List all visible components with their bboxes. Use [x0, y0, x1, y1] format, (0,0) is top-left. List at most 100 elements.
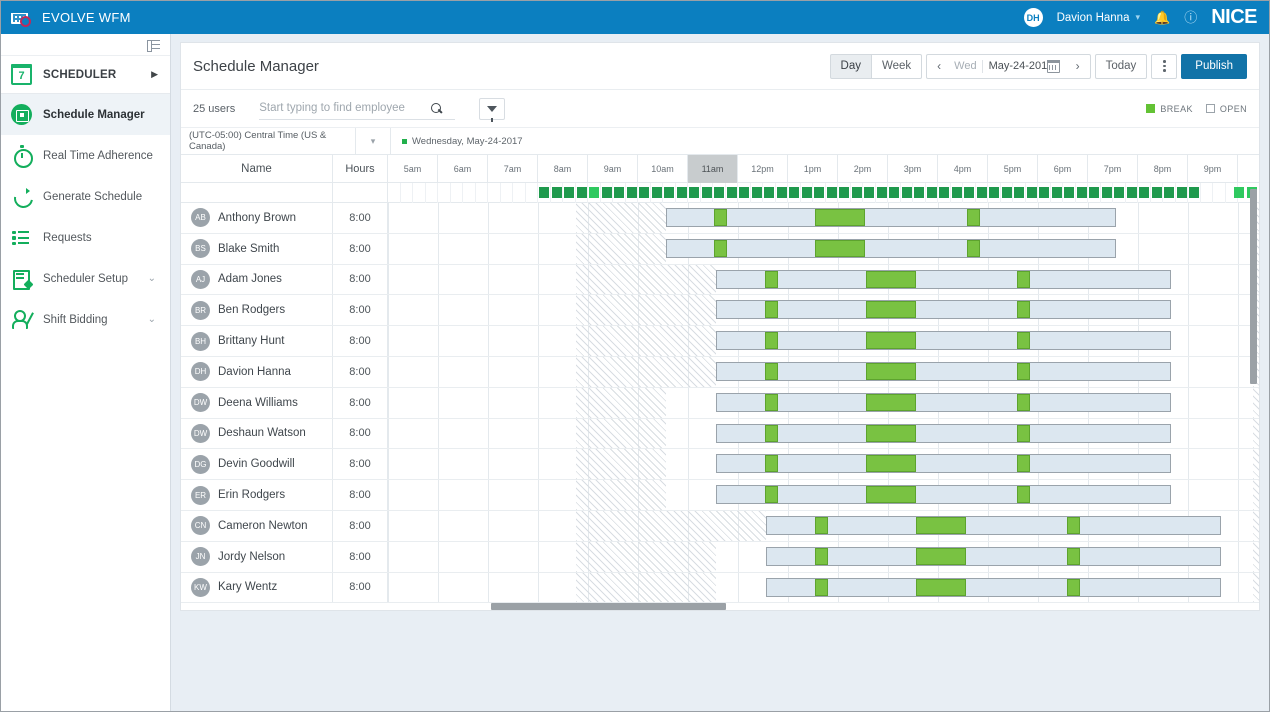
sidebar-item-real-time-adherence[interactable]: Real Time Adherence [1, 135, 170, 176]
break-segment[interactable] [866, 455, 916, 473]
shift-bar[interactable] [766, 515, 1221, 535]
schedule-row[interactable]: AJ Adam Jones 8:00 [181, 264, 1259, 296]
user-name[interactable]: Davion Hanna [1057, 12, 1130, 24]
shift-track[interactable] [388, 233, 1259, 264]
schedule-row[interactable]: DW Deena Williams 8:00 [181, 387, 1259, 419]
chevron-down-icon[interactable]: ⌄ [148, 314, 156, 325]
schedule-row[interactable]: BH Brittany Hunt 8:00 [181, 326, 1259, 357]
break-segment[interactable] [1017, 301, 1030, 319]
search-input[interactable] [259, 102, 432, 114]
today-button[interactable]: Today [1094, 53, 1148, 79]
break-segment[interactable] [765, 362, 778, 380]
schedule-row[interactable]: CN Cameron Newton 8:00 [181, 510, 1259, 542]
shift-track[interactable] [388, 541, 1259, 572]
break-segment[interactable] [1067, 516, 1080, 534]
sidebar-section-scheduler[interactable]: 7 SCHEDULER ▶ [1, 56, 170, 94]
user-menu-chevron-down-icon[interactable]: ▾ [1135, 12, 1140, 23]
break-segment[interactable] [1017, 424, 1030, 442]
break-segment[interactable] [916, 547, 966, 565]
break-segment[interactable] [866, 270, 916, 288]
break-segment[interactable] [815, 209, 865, 226]
break-segment[interactable] [1017, 455, 1030, 473]
shift-track[interactable] [388, 295, 1259, 326]
shift-bar[interactable] [716, 485, 1171, 505]
break-segment[interactable] [967, 209, 980, 226]
shift-bar[interactable] [716, 454, 1171, 474]
publish-button[interactable]: Publish [1181, 53, 1247, 79]
shift-bar[interactable] [716, 361, 1171, 381]
break-segment[interactable] [815, 547, 828, 565]
shift-bar[interactable] [766, 577, 1221, 597]
shift-track[interactable] [388, 449, 1259, 480]
shift-track[interactable] [388, 418, 1259, 449]
shift-bar[interactable] [716, 423, 1171, 443]
shift-bar[interactable] [716, 392, 1171, 412]
sidebar-item-scheduler-setup[interactable]: Scheduler Setup ⌄ [1, 258, 170, 299]
shift-bar[interactable] [766, 546, 1221, 566]
break-segment[interactable] [866, 424, 916, 442]
search-icon[interactable] [431, 102, 442, 114]
shift-track[interactable] [388, 356, 1259, 387]
schedule-row[interactable]: DH Davion Hanna 8:00 [181, 356, 1259, 388]
break-segment[interactable] [765, 301, 778, 319]
break-segment[interactable] [815, 578, 828, 596]
shift-track[interactable] [388, 510, 1259, 541]
sidebar-item-generate-schedule[interactable]: Generate Schedule [1, 176, 170, 217]
filter-button[interactable] [479, 97, 506, 122]
schedule-row[interactable]: DW Deshaun Watson 8:00 [181, 418, 1259, 450]
date-input[interactable]: May-24-2017 [983, 60, 1047, 72]
break-segment[interactable] [866, 393, 916, 411]
schedule-row[interactable]: BR Ben Rodgers 8:00 [181, 295, 1259, 327]
shift-track[interactable] [388, 480, 1259, 510]
notifications-bell-icon[interactable]: 🔔 [1154, 11, 1170, 24]
shift-bar[interactable] [716, 331, 1171, 351]
shift-track[interactable] [388, 387, 1259, 418]
break-segment[interactable] [815, 239, 865, 257]
break-segment[interactable] [765, 270, 778, 288]
chevron-down-icon[interactable]: ⌄ [148, 273, 156, 284]
timezone-select[interactable]: (UTC-05:00) Central Time (US & Canada) [181, 128, 356, 154]
break-segment[interactable] [1017, 332, 1030, 350]
break-segment[interactable] [1017, 270, 1030, 288]
break-segment[interactable] [765, 424, 778, 442]
shift-bar[interactable] [716, 300, 1171, 320]
break-segment[interactable] [765, 455, 778, 473]
view-day-button[interactable]: Day [829, 53, 872, 79]
schedule-row[interactable]: AB Anthony Brown 8:00 [181, 203, 1259, 234]
break-segment[interactable] [866, 486, 916, 504]
sidebar-item-schedule-manager[interactable]: Schedule Manager [1, 94, 170, 135]
break-segment[interactable] [815, 516, 828, 534]
break-segment[interactable] [714, 209, 727, 226]
break-segment[interactable] [1067, 547, 1080, 565]
shift-track[interactable] [388, 572, 1259, 603]
break-segment[interactable] [765, 332, 778, 350]
schedule-row[interactable]: KW Kary Wentz 8:00 [181, 572, 1259, 604]
sidebar-collapse-button[interactable] [1, 34, 170, 56]
shift-track[interactable] [388, 264, 1259, 295]
view-week-button[interactable]: Week [870, 53, 923, 79]
break-segment[interactable] [866, 301, 916, 319]
sidebar-item-requests[interactable]: Requests [1, 217, 170, 258]
break-segment[interactable] [866, 362, 916, 380]
next-date-button[interactable]: › [1066, 59, 1090, 73]
sidebar-item-shift-bidding[interactable]: Shift Bidding ⌄ [1, 299, 170, 340]
schedule-row[interactable]: BS Blake Smith 8:00 [181, 233, 1259, 265]
break-segment[interactable] [765, 486, 778, 504]
horizontal-scrollbar[interactable] [491, 603, 726, 610]
vertical-scrollbar[interactable] [1250, 189, 1257, 384]
schedule-row[interactable]: DG Devin Goodwill 8:00 [181, 449, 1259, 481]
more-options-button[interactable] [1151, 53, 1178, 79]
timezone-chevron-down-icon[interactable]: ▾ [356, 128, 391, 154]
schedule-row[interactable]: ER Erin Rodgers 8:00 [181, 480, 1259, 511]
shift-track[interactable] [388, 326, 1259, 356]
shift-bar[interactable] [716, 269, 1171, 289]
prev-date-button[interactable]: ‹ [927, 59, 951, 73]
break-segment[interactable] [714, 239, 727, 257]
break-segment[interactable] [765, 393, 778, 411]
break-segment[interactable] [967, 239, 980, 257]
break-segment[interactable] [1017, 362, 1030, 380]
break-segment[interactable] [866, 332, 916, 350]
break-segment[interactable] [916, 516, 966, 534]
shift-bar[interactable] [666, 208, 1116, 227]
user-avatar[interactable]: DH [1023, 8, 1043, 27]
